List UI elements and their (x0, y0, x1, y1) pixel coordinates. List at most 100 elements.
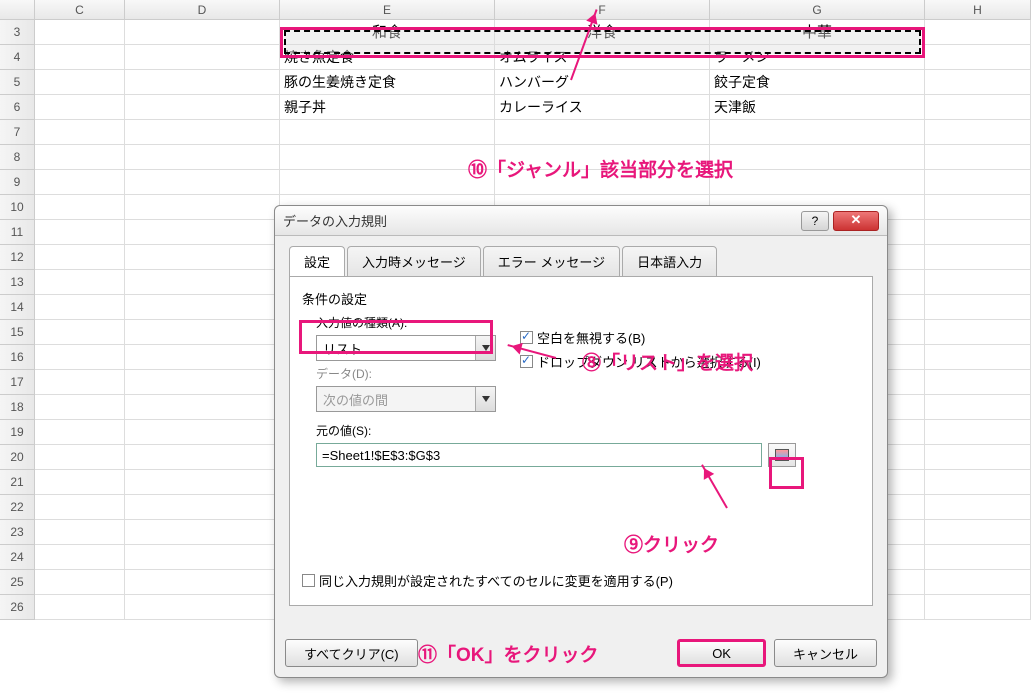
cell-H3[interactable] (925, 20, 1031, 45)
cell-H5[interactable] (925, 70, 1031, 95)
row-header-20[interactable]: 20 (0, 445, 35, 470)
cell-C16[interactable] (35, 345, 125, 370)
cell-C23[interactable] (35, 520, 125, 545)
cell-E9[interactable] (280, 170, 495, 195)
row-header-10[interactable]: 10 (0, 195, 35, 220)
cell-D22[interactable] (125, 495, 280, 520)
cell-H12[interactable] (925, 245, 1031, 270)
cell-C12[interactable] (35, 245, 125, 270)
cell-H20[interactable] (925, 445, 1031, 470)
cell-C10[interactable] (35, 195, 125, 220)
cell-F3[interactable]: 洋食 (495, 20, 710, 45)
cell-G7[interactable] (710, 120, 925, 145)
cell-F6[interactable]: カレーライス (495, 95, 710, 120)
col-header-d[interactable]: D (125, 0, 280, 19)
cell-G4[interactable]: ラーメン (710, 45, 925, 70)
row-header-18[interactable]: 18 (0, 395, 35, 420)
row-header-23[interactable]: 23 (0, 520, 35, 545)
row-header-17[interactable]: 17 (0, 370, 35, 395)
ok-button[interactable]: OK (677, 639, 766, 667)
cell-D14[interactable] (125, 295, 280, 320)
cell-H7[interactable] (925, 120, 1031, 145)
cell-H25[interactable] (925, 570, 1031, 595)
type-dropdown-button[interactable] (475, 336, 495, 360)
tab-error-message[interactable]: エラー メッセージ (483, 246, 620, 277)
tab-input-message[interactable]: 入力時メッセージ (347, 246, 481, 277)
cell-G3[interactable]: 中華 (710, 20, 925, 45)
cell-D11[interactable] (125, 220, 280, 245)
cell-C3[interactable] (35, 20, 125, 45)
cell-C8[interactable] (35, 145, 125, 170)
dialog-titlebar[interactable]: データの入力規則 ? ✕ (275, 206, 887, 236)
cell-G5[interactable]: 餃子定食 (710, 70, 925, 95)
cell-G6[interactable]: 天津飯 (710, 95, 925, 120)
cell-C11[interactable] (35, 220, 125, 245)
cell-C25[interactable] (35, 570, 125, 595)
cell-H10[interactable] (925, 195, 1031, 220)
cell-D17[interactable] (125, 370, 280, 395)
cell-H6[interactable] (925, 95, 1031, 120)
cell-D21[interactable] (125, 470, 280, 495)
cell-G8[interactable] (710, 145, 925, 170)
close-button[interactable]: ✕ (833, 211, 879, 231)
cell-D20[interactable] (125, 445, 280, 470)
row-header-6[interactable]: 6 (0, 95, 35, 120)
cell-D23[interactable] (125, 520, 280, 545)
row-header-5[interactable]: 5 (0, 70, 35, 95)
cell-C14[interactable] (35, 295, 125, 320)
row-header-12[interactable]: 12 (0, 245, 35, 270)
row-header-26[interactable]: 26 (0, 595, 35, 620)
cell-D8[interactable] (125, 145, 280, 170)
dropdown-checkbox[interactable] (520, 355, 533, 368)
cell-D26[interactable] (125, 595, 280, 620)
row-header-19[interactable]: 19 (0, 420, 35, 445)
row-header-22[interactable]: 22 (0, 495, 35, 520)
col-header-h[interactable]: H (925, 0, 1031, 19)
cell-H23[interactable] (925, 520, 1031, 545)
cell-C21[interactable] (35, 470, 125, 495)
cell-C22[interactable] (35, 495, 125, 520)
cell-D16[interactable] (125, 345, 280, 370)
cell-D13[interactable] (125, 270, 280, 295)
cell-F5[interactable]: ハンバーグ (495, 70, 710, 95)
cell-D7[interactable] (125, 120, 280, 145)
cell-H18[interactable] (925, 395, 1031, 420)
cell-H17[interactable] (925, 370, 1031, 395)
row-header-16[interactable]: 16 (0, 345, 35, 370)
cell-H9[interactable] (925, 170, 1031, 195)
row-header-7[interactable]: 7 (0, 120, 35, 145)
col-header-e[interactable]: E (280, 0, 495, 19)
cell-D12[interactable] (125, 245, 280, 270)
type-combo[interactable]: リスト (316, 335, 496, 361)
col-header-c[interactable]: C (35, 0, 125, 19)
cell-H22[interactable] (925, 495, 1031, 520)
cell-C19[interactable] (35, 420, 125, 445)
cell-E5[interactable]: 豚の生姜焼き定食 (280, 70, 495, 95)
cell-H15[interactable] (925, 320, 1031, 345)
cell-E3[interactable]: 和食 (280, 20, 495, 45)
row-header-25[interactable]: 25 (0, 570, 35, 595)
cell-C20[interactable] (35, 445, 125, 470)
cell-F8[interactable] (495, 145, 710, 170)
cell-H11[interactable] (925, 220, 1031, 245)
row-header-15[interactable]: 15 (0, 320, 35, 345)
row-header-13[interactable]: 13 (0, 270, 35, 295)
apply-all-checkbox[interactable] (302, 574, 315, 587)
cell-D9[interactable] (125, 170, 280, 195)
cell-D5[interactable] (125, 70, 280, 95)
cell-C24[interactable] (35, 545, 125, 570)
row-header-24[interactable]: 24 (0, 545, 35, 570)
cell-C7[interactable] (35, 120, 125, 145)
help-button[interactable]: ? (801, 211, 829, 231)
cell-C5[interactable] (35, 70, 125, 95)
cell-H19[interactable] (925, 420, 1031, 445)
cell-H8[interactable] (925, 145, 1031, 170)
cell-F4[interactable]: オムライス (495, 45, 710, 70)
cell-E4[interactable]: 焼き魚定食 (280, 45, 495, 70)
cell-H21[interactable] (925, 470, 1031, 495)
cell-E8[interactable] (280, 145, 495, 170)
cell-C9[interactable] (35, 170, 125, 195)
cell-C18[interactable] (35, 395, 125, 420)
cell-G9[interactable] (710, 170, 925, 195)
cell-H26[interactable] (925, 595, 1031, 620)
